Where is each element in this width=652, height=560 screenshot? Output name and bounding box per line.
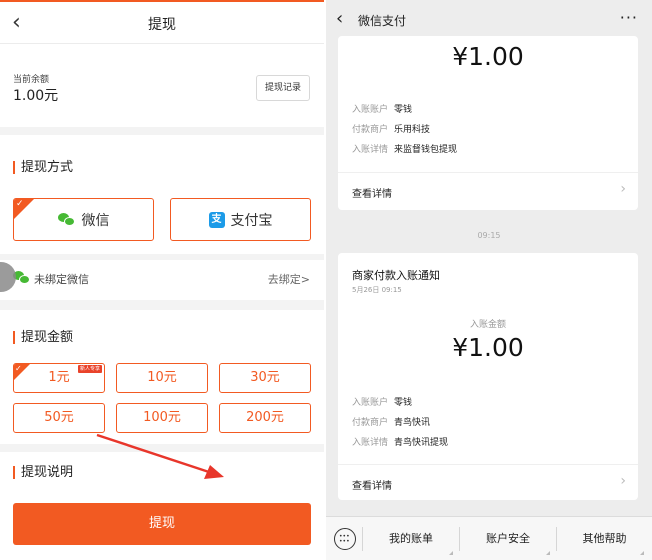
amount-label: 50元 <box>44 410 74 425</box>
bottom-menu-bar: ••• ••• 我的账单 账户安全 其他帮助 <box>326 516 652 560</box>
alipay-icon: 支 <box>208 211 225 228</box>
wechat-pay-chat: ‹ 微信支付 ··· ¥1.00 入账账户 零钱 付款商户 乐用科技 入账详情 来监督… <box>326 0 652 560</box>
amount-option-100[interactable]: 100元 <box>116 403 208 433</box>
info-row: 付款商户 乐用科技 <box>352 125 431 135</box>
payment-amount: ¥1.00 <box>452 42 524 71</box>
amount-section-title: 提现金额 <box>13 331 73 344</box>
submenu-indicator <box>449 551 453 555</box>
menu-account-security[interactable]: 账户安全 <box>460 517 556 560</box>
chevron-right-icon: › <box>620 473 626 489</box>
wechat-option-label: 微信 <box>81 212 110 229</box>
withdraw-header: ‹ 提现 <box>0 0 324 44</box>
info-row: 入账账户 零钱 <box>352 398 413 408</box>
amount-label: 200元 <box>246 410 284 425</box>
chevron-left-icon[interactable]: ‹ <box>336 8 343 29</box>
payment-card-2: 商家付款入账通知 5月26日 09:15 入账金额 ¥1.00 入账账户 零钱 付… <box>338 253 638 500</box>
note-section-title: 提现说明 <box>13 466 73 479</box>
view-details-row[interactable]: 查看详情 › <box>338 464 638 500</box>
more-icon[interactable]: ··· <box>620 8 638 27</box>
balance-value: 1.00元 <box>13 88 59 104</box>
amount-option-1[interactable]: ✓ 新人专享 1元 <box>13 363 105 393</box>
payment-amount: ¥1.00 <box>452 333 524 362</box>
wechat-bind-row: 未绑定微信 去绑定> <box>0 260 324 296</box>
keyboard-icon[interactable]: ••• ••• <box>334 528 356 550</box>
info-row: 入账账户 零钱 <box>352 105 413 115</box>
view-details-row[interactable]: 查看详情 › <box>338 172 638 208</box>
bind-link[interactable]: 去绑定> <box>268 271 310 287</box>
menu-my-bills[interactable]: 我的账单 <box>363 517 459 560</box>
info-row: 入账详情 青鸟快讯提现 <box>352 438 449 448</box>
amount-option-30[interactable]: 30元 <box>219 363 311 393</box>
wechat-option-button[interactable]: ✓ 微信 <box>13 198 154 241</box>
withdraw-submit-button[interactable]: 提现 <box>13 503 311 545</box>
section-divider <box>0 127 324 135</box>
notice-title: 商家付款入账通知 <box>352 269 440 282</box>
check-icon: ✓ <box>15 364 22 373</box>
amount-option-10[interactable]: 10元 <box>116 363 208 393</box>
amount-label: 30元 <box>250 370 280 385</box>
submenu-indicator <box>640 551 644 555</box>
alipay-option-label: 支付宝 <box>230 212 273 229</box>
bind-status-text: 未绑定微信 <box>34 273 89 286</box>
wechat-icon <box>57 212 76 227</box>
withdraw-screen: ‹ 提现 当前余额 1.00元 提现记录 提现方式 ✓ 微信 支 支付宝 未绑定… <box>0 0 324 560</box>
notice-date: 5月26日 09:15 <box>352 286 402 294</box>
amount-label: 入账金额 <box>469 320 506 330</box>
page-title: 提现 <box>148 17 176 33</box>
withdraw-record-button[interactable]: 提现记录 <box>256 75 310 101</box>
view-details-link[interactable]: 查看详情 <box>352 185 392 200</box>
alipay-option-button[interactable]: 支 支付宝 <box>170 198 311 241</box>
amount-label: 100元 <box>143 410 181 425</box>
section-divider <box>0 444 324 452</box>
menu-other-help[interactable]: 其他帮助 <box>557 517 652 560</box>
section-divider <box>0 300 324 310</box>
chat-title: 微信支付 <box>358 14 407 28</box>
check-icon: ✓ <box>16 199 24 209</box>
amount-label: 10元 <box>147 370 177 385</box>
amount-option-50[interactable]: 50元 <box>13 403 105 433</box>
view-details-link[interactable]: 查看详情 <box>352 477 392 492</box>
time-separator: 09:15 <box>477 231 501 240</box>
chevron-right-icon: › <box>620 181 626 197</box>
amount-option-200[interactable]: 200元 <box>219 403 311 433</box>
method-section-title: 提现方式 <box>13 161 73 174</box>
submenu-indicator <box>546 551 550 555</box>
new-user-badge: 新人专享 <box>77 365 102 373</box>
info-row: 入账详情 来监督钱包提现 <box>352 145 458 155</box>
amount-label: 1元 <box>48 370 70 385</box>
balance-label: 当前余额 <box>13 75 50 85</box>
info-row: 付款商户 青鸟快讯 <box>352 418 431 428</box>
chat-header: ‹ 微信支付 ··· <box>326 0 652 40</box>
payment-card-1: ¥1.00 入账账户 零钱 付款商户 乐用科技 入账详情 来监督钱包提现 查看详情 › <box>338 36 638 210</box>
